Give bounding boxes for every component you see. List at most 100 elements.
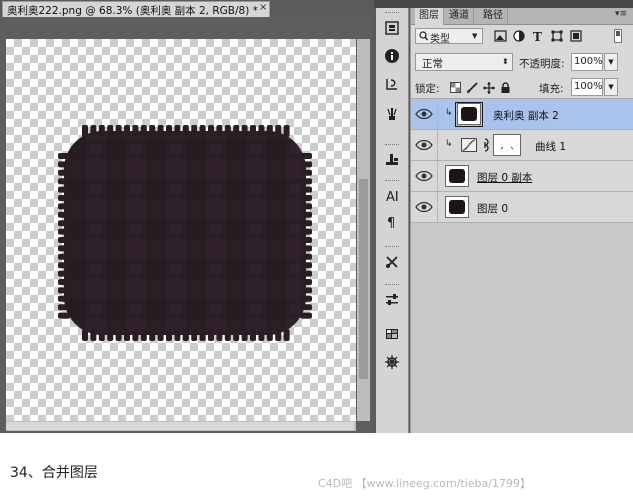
layer-thumbnail[interactable] [457,103,481,125]
panel-icon-column: A ¶ [376,8,409,433]
dock-top-bar: ◂◂ ▸▸ [374,0,633,8]
fill-slider-button[interactable]: ▼ [604,78,618,96]
opacity-input[interactable]: 100% [571,53,603,71]
layer-row[interactable]: 图层 0 副本 [411,161,633,192]
grip-handle[interactable] [385,144,399,147]
lock-transparent-icon[interactable] [449,81,462,94]
layer-comps-icon[interactable] [382,18,402,38]
layer-filter-select[interactable]: 类型 ▼ [415,28,483,45]
thumbnail-content [449,169,465,183]
vertical-scroll-thumb[interactable] [359,179,368,379]
tab-channels[interactable]: 通道 [445,8,474,24]
blend-mode-value: 正常 [422,58,443,70]
column-divider [437,161,438,191]
clipping-arrow-icon: ↳ [445,108,453,118]
info-icon[interactable] [382,46,402,66]
layers-list: ↳ 奥利奥 副本 2 ↳ 曲线 1 图层 0 副本 图层 0 [411,99,633,433]
grip-handle[interactable] [385,12,399,15]
chevron-down-icon: ▼ [472,32,478,40]
lock-icon[interactable] [499,81,512,94]
column-divider [437,130,438,160]
eye-icon[interactable] [415,107,433,121]
eye-icon[interactable] [415,138,433,152]
blend-row: 正常 ⬍ 不透明度: 100% ▼ [411,51,633,73]
document-area [0,17,372,433]
watermark-text: C4D吧 【www.lineeg.com/tieba/1799】 [318,477,531,490]
swatches-icon[interactable] [382,324,402,344]
biscuit-body [58,125,312,341]
layer-name[interactable]: 奥利奥 副本 2 [493,108,559,123]
layer-name[interactable]: 曲线 1 [535,139,566,154]
layer-row[interactable]: 图层 0 [411,192,633,223]
paragraph-icon[interactable]: ¶ [382,212,402,232]
adjustments-icon[interactable] [382,290,402,310]
document-tab-bar: 奥利奥222.png @ 68.3% (奥利奥 副本 2, RGB/8) * × [0,0,372,17]
layer-thumbnail[interactable] [445,165,469,187]
step-caption: 34、合并图层 [10,465,98,481]
grip-handle[interactable] [385,284,399,287]
tool-presets-icon[interactable] [382,252,402,272]
panel-tab-bar: 图层 通道 路径 ▾≡ [411,8,633,25]
fill-input[interactable]: 100% [571,78,603,96]
photoshop-window: 奥利奥222.png @ 68.3% (奥利奥 副本 2, RGB/8) * × [0,0,633,433]
layer-row[interactable]: ↳ 曲线 1 [411,130,633,161]
thumbnail-content [461,107,477,121]
lock-label: 锁定: [415,83,440,95]
filter-smart-object-icon[interactable] [569,29,583,43]
filter-type-icon[interactable]: T [531,29,545,43]
canvas[interactable] [6,39,356,421]
svg-text:A: A [386,190,395,204]
layer-filter-label: 类型 [430,34,450,45]
document-tab-title: 奥利奥222.png @ 68.3% (奥利奥 副本 2, RGB/8) * [7,5,258,17]
tab-layers[interactable]: 图层 [415,8,444,25]
layer-name[interactable]: 图层 0 副本 [477,170,532,185]
lock-brush-icon[interactable] [465,81,478,94]
curves-adjustment-icon [461,138,477,152]
svg-text:¶: ¶ [387,216,395,230]
clone-source-icon[interactable] [382,150,402,170]
panel-icon-group-3: A ¶ [379,180,405,238]
fill-label: 填充: [539,83,564,95]
panel-icon-group-4 [379,246,405,276]
column-divider [437,99,438,129]
chain-link-icon[interactable] [481,138,489,152]
opacity-slider-button[interactable]: ▼ [604,53,618,71]
lock-move-icon[interactable] [482,81,495,94]
thumbnail-content [449,200,465,214]
layer-filter-row: 类型 ▼ T [411,25,633,47]
opacity-label: 不透明度: [519,58,565,70]
layer-name[interactable]: 图层 0 [477,201,508,216]
grip-handle[interactable] [385,246,399,249]
vertical-scrollbar[interactable] [357,39,370,421]
panel-icon-group-1 [379,12,405,132]
lock-row: 锁定: 填充: 100% ▼ [411,76,633,99]
layers-panel: 图层 通道 路径 ▾≡ 类型 ▼ T 正常 ⬍ 不透明度: 100% ▼ 锁定:… [410,8,633,433]
layer-row[interactable]: ↳ 奥利奥 副本 2 [411,99,633,130]
panel-icon-group-2 [379,144,405,174]
layer-thumbnail[interactable] [445,196,469,218]
column-divider [437,192,438,222]
svg-text:T: T [533,30,542,42]
panel-icon-group-5 [379,284,405,380]
filter-shape-icon[interactable] [550,29,564,43]
eye-icon[interactable] [415,200,433,214]
filter-adjustment-icon[interactable] [512,29,526,43]
document-tab[interactable]: 奥利奥222.png @ 68.3% (奥利奥 副本 2, RGB/8) * × [2,1,270,17]
navigator-icon[interactable] [382,352,402,372]
panel-menu-icon[interactable]: ▾≡ [615,9,627,19]
tab-paths[interactable]: 路径 [479,8,508,24]
close-icon[interactable]: × [259,2,267,13]
filter-toggle-switch[interactable] [614,29,622,43]
search-icon [419,31,429,44]
horizontal-scrollbar[interactable] [6,421,356,431]
brush-presets-icon[interactable] [382,104,402,124]
clipping-arrow-icon: ↳ [445,139,453,149]
layer-mask-thumbnail[interactable] [493,134,521,156]
eye-icon[interactable] [415,169,433,183]
grip-handle[interactable] [385,180,399,183]
horizontal-scroll-thumb[interactable] [6,422,354,430]
filter-pixel-icon[interactable] [493,29,507,43]
history-icon[interactable] [382,74,402,94]
character-icon[interactable]: A [382,186,402,206]
blend-mode-select[interactable]: 正常 ⬍ [415,53,513,71]
